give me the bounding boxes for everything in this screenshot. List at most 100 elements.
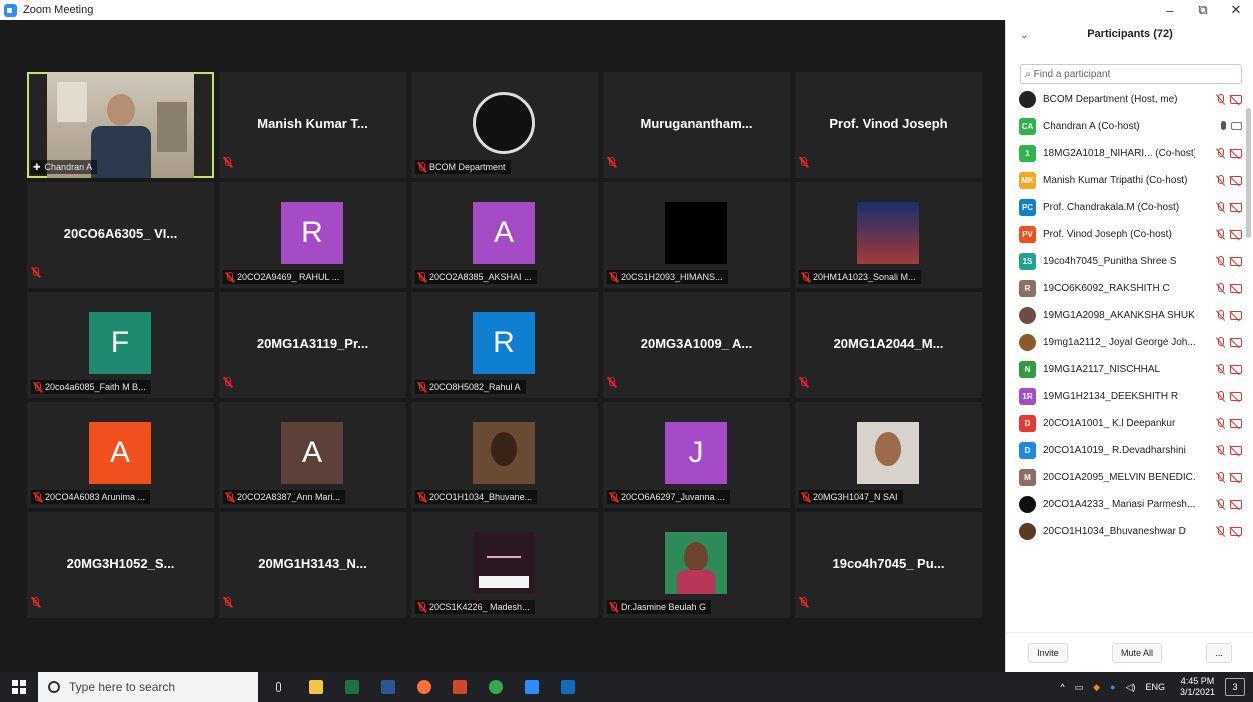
video-tile[interactable]: 20CS1H2093_HIMANS... (603, 182, 790, 288)
video-off-icon[interactable] (1230, 203, 1242, 212)
video-tile[interactable]: 20MG3H1052_S... (27, 512, 214, 618)
participant-row[interactable]: M 20CO1A2095_MELVIN BENEDIC... (1006, 464, 1246, 491)
mic-muted-icon[interactable] (1216, 94, 1225, 105)
bluetooth-icon[interactable]: ● (1110, 682, 1115, 692)
video-tile[interactable]: Dr.Jasmine Beulah G (603, 512, 790, 618)
firefox-icon[interactable] (406, 672, 442, 702)
participant-row[interactable]: 1S 19co4h7045_Punitha Shree S (1006, 248, 1246, 275)
mic-muted-icon[interactable] (1216, 418, 1225, 429)
mic-muted-icon[interactable] (1216, 445, 1225, 456)
restore-button[interactable]: ⧉ (1187, 0, 1219, 20)
video-off-icon[interactable] (1230, 257, 1242, 266)
video-off-icon[interactable] (1230, 365, 1242, 374)
video-off-icon[interactable] (1230, 311, 1242, 320)
mute-all-button[interactable]: Mute All (1111, 642, 1162, 663)
language-indicator[interactable]: ENG (1145, 682, 1165, 692)
video-off-icon[interactable] (1230, 419, 1242, 428)
close-button[interactable]: ✕ (1220, 0, 1252, 20)
video-tile[interactable]: 19co4h7045_ Pu... (795, 512, 982, 618)
video-tile[interactable]: R 20CO8H5082_Rahul A (411, 292, 598, 398)
tray-chevron-icon[interactable]: ^ (1060, 682, 1064, 692)
participant-row[interactable]: MK Manish Kumar Tripathi (Co-host) (1006, 167, 1246, 194)
mic-muted-icon[interactable] (1216, 310, 1225, 321)
participant-row[interactable]: N 19MG1A2117_NISCHHAL (1006, 356, 1246, 383)
video-off-icon[interactable] (1230, 284, 1242, 293)
participant-row[interactable]: 19MG1A2098_AKANKSHA SHUK... (1006, 302, 1246, 329)
participant-row[interactable]: 1R 19MG1H2134_DEEKSHITH R (1006, 383, 1246, 410)
mic-muted-icon[interactable] (1216, 499, 1225, 510)
video-icon[interactable] (1231, 121, 1242, 130)
volume-icon[interactable]: ◁) (1126, 682, 1136, 693)
video-tile[interactable]: 20MG3A1009_ A... (603, 292, 790, 398)
participant-search-input[interactable]: ⌕ Find a participant (1020, 64, 1242, 84)
mic-muted-icon[interactable] (1216, 256, 1225, 267)
video-tile[interactable]: A 20CO4A6083 Arunima ... (27, 402, 214, 508)
notification-center-icon[interactable]: 3 (1225, 678, 1245, 696)
participant-row[interactable]: D 20CO1A1019_ R.Devadharshini (1006, 437, 1246, 464)
video-off-icon[interactable] (1230, 446, 1242, 455)
word-icon[interactable] (370, 672, 406, 702)
mic-on-icon[interactable] (1221, 121, 1226, 130)
mic-muted-icon[interactable] (1216, 526, 1225, 537)
chrome-icon[interactable] (478, 672, 514, 702)
video-tile[interactable]: F 20co4a6085_Faith M B... (27, 292, 214, 398)
clock[interactable]: 4:45 PM 3/1/2021 (1180, 676, 1215, 698)
more-button[interactable]: ... (1206, 642, 1232, 663)
video-tile[interactable]: A 20CO2A8385_AKSHAI ... (411, 182, 598, 288)
mic-muted-icon[interactable] (1216, 175, 1225, 186)
excel-icon[interactable] (334, 672, 370, 702)
video-tile[interactable]: 20CS1K4226_ Madesh... (411, 512, 598, 618)
video-tile[interactable]: Prof. Vinod Joseph (795, 72, 982, 178)
network-icon[interactable]: ▭ (1075, 682, 1084, 693)
taskbar-search-input[interactable]: Type here to search (38, 672, 258, 702)
video-off-icon[interactable] (1230, 527, 1242, 536)
participant-row[interactable]: 19mg1a2112_ Joyal George Joh... (1006, 329, 1246, 356)
minimize-button[interactable]: – (1154, 0, 1186, 20)
start-button[interactable] (0, 672, 38, 702)
video-off-icon[interactable] (1230, 473, 1242, 482)
video-tile[interactable]: 20MG3H1047_N SAI (795, 402, 982, 508)
participant-scrollbar[interactable] (1246, 108, 1251, 238)
video-tile[interactable]: 20CO6A6305_ VI... (27, 182, 214, 288)
video-tile[interactable]: 20HM1A1023_Sonali M... (795, 182, 982, 288)
video-tile[interactable]: J 20CO6A6297_Juvanna ... (603, 402, 790, 508)
video-off-icon[interactable] (1230, 230, 1242, 239)
participant-row[interactable]: D 20CO1A1001_ K.l Deepankur (1006, 410, 1246, 437)
video-tile[interactable]: BCOM Department (411, 72, 598, 178)
mic-muted-icon[interactable] (1216, 391, 1225, 402)
microphone-icon[interactable] (258, 672, 298, 702)
participant-row[interactable]: BCOM Department (Host, me) (1006, 86, 1246, 113)
video-off-icon[interactable] (1230, 95, 1242, 104)
participant-row[interactable]: R 19CO6K6092_RAKSHITH C (1006, 275, 1246, 302)
video-off-icon[interactable] (1230, 500, 1242, 509)
vlc-icon[interactable]: ◆ (1093, 682, 1100, 693)
mic-muted-icon[interactable] (1216, 283, 1225, 294)
mic-muted-icon[interactable] (1216, 364, 1225, 375)
video-tile[interactable]: Manish Kumar T... (219, 72, 406, 178)
mic-muted-icon[interactable] (1216, 337, 1225, 348)
video-tile[interactable]: 20CO1H1034_Bhuvane... (411, 402, 598, 508)
participant-row[interactable]: 1 18MG2A1018_NIHARI... (Co-host) (1006, 140, 1246, 167)
mic-muted-icon[interactable] (1216, 229, 1225, 240)
video-off-icon[interactable] (1230, 149, 1242, 158)
photos-icon[interactable] (550, 672, 586, 702)
video-tile[interactable]: R 20CO2A9469_ RAHUL ... (219, 182, 406, 288)
powerpoint-icon[interactable] (442, 672, 478, 702)
video-tile[interactable]: A 20CO2A8387_Ann Mari... (219, 402, 406, 508)
video-tile[interactable]: 20MG1A2044_M... (795, 292, 982, 398)
invite-button[interactable]: Invite (1028, 642, 1068, 663)
video-tile[interactable]: 20MG1A3119_Pr... (219, 292, 406, 398)
video-off-icon[interactable] (1230, 392, 1242, 401)
video-tile[interactable]: ✚ Chandran A (27, 72, 214, 178)
participant-row[interactable]: 20CO1H1034_Bhuvaneshwar D (1006, 518, 1246, 545)
participant-row[interactable]: CA Chandran A (Co-host) (1006, 113, 1246, 140)
zoom-icon[interactable] (514, 672, 550, 702)
video-off-icon[interactable] (1230, 176, 1242, 185)
video-off-icon[interactable] (1230, 338, 1242, 347)
participant-row[interactable]: PV Prof. Vinod Joseph (Co-host) (1006, 221, 1246, 248)
participant-row[interactable]: PC Prof. Chandrakala.M (Co-host) (1006, 194, 1246, 221)
video-tile[interactable]: 20MG1H3143_N... (219, 512, 406, 618)
mic-muted-icon[interactable] (1216, 148, 1225, 159)
participant-row[interactable]: 20CO1A4233_ Manasi Parmesh... (1006, 491, 1246, 518)
mic-muted-icon[interactable] (1216, 202, 1225, 213)
